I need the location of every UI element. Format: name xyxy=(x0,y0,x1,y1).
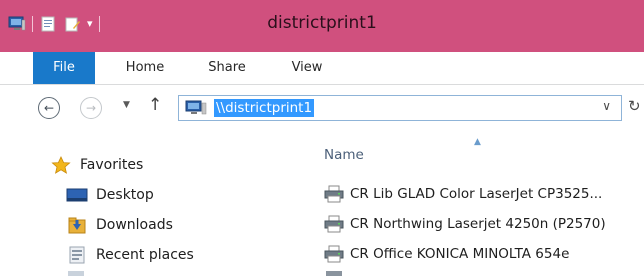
arrow-left-icon: ← xyxy=(43,101,55,115)
printer-icon xyxy=(324,215,344,233)
refresh-icon[interactable]: ↻ xyxy=(628,97,641,115)
nav-item-recent-places[interactable]: Recent places xyxy=(66,243,194,267)
nav-item-label: Desktop xyxy=(96,187,154,203)
address-dropdown-icon[interactable]: ∨ xyxy=(602,99,611,113)
tab-share[interactable]: Share xyxy=(192,52,262,84)
file-list: ▲ Name CR Lib GLAD Color LaserJet CP3525… xyxy=(300,135,644,276)
sort-ascending-icon: ▲ xyxy=(474,137,481,147)
printer-icon xyxy=(324,245,344,263)
recent-places-icon xyxy=(66,246,88,264)
title-bar: ▾ districtprint1 xyxy=(0,0,644,52)
file-row[interactable]: CR Northwing Laserjet 4250n (P2570) xyxy=(324,213,606,235)
file-row-partial xyxy=(326,271,342,276)
tab-home[interactable]: Home xyxy=(108,52,182,84)
nav-item-label: Favorites xyxy=(80,157,144,173)
navigation-pane: Favorites Desktop Downloads Recent place… xyxy=(0,135,300,276)
file-name: CR Office KONICA MINOLTA 654e xyxy=(350,246,570,262)
back-button[interactable]: ← xyxy=(38,97,60,119)
nav-item-partial xyxy=(68,271,84,276)
nav-item-label: Recent places xyxy=(96,247,194,263)
tab-view[interactable]: View xyxy=(274,52,340,84)
file-name: CR Lib GLAD Color LaserJet CP3525... xyxy=(350,186,603,202)
ribbon-tabs: File Home Share View xyxy=(0,52,644,85)
column-header-name[interactable]: Name xyxy=(324,147,364,163)
file-row[interactable]: CR Office KONICA MINOLTA 654e xyxy=(324,243,569,265)
desktop-icon xyxy=(66,186,88,204)
arrow-right-icon: → xyxy=(85,101,97,115)
forward-button[interactable]: → xyxy=(80,97,102,119)
recent-locations-dropdown[interactable]: ▼ xyxy=(123,100,130,110)
file-name: CR Northwing Laserjet 4250n (P2570) xyxy=(350,216,606,232)
address-row: ← → ▼ ↑ \\districtprint1 ∨ ↻ xyxy=(0,85,644,135)
printer-icon xyxy=(324,185,344,203)
star-icon xyxy=(50,156,72,174)
nav-item-downloads[interactable]: Downloads xyxy=(66,213,173,237)
nav-item-desktop[interactable]: Desktop xyxy=(66,183,154,207)
window-title: districtprint1 xyxy=(267,13,377,33)
address-path[interactable]: \\districtprint1 xyxy=(214,99,315,117)
nav-item-label: Downloads xyxy=(96,217,173,233)
address-bar[interactable]: \\districtprint1 ∨ xyxy=(178,95,622,121)
up-arrow-icon[interactable]: ↑ xyxy=(148,95,162,115)
tab-file[interactable]: File xyxy=(33,52,95,84)
file-row[interactable]: CR Lib GLAD Color LaserJet CP3525... xyxy=(324,183,602,205)
downloads-icon xyxy=(66,216,88,234)
nav-item-favorites[interactable]: Favorites xyxy=(50,153,143,177)
network-computer-icon xyxy=(185,100,207,120)
